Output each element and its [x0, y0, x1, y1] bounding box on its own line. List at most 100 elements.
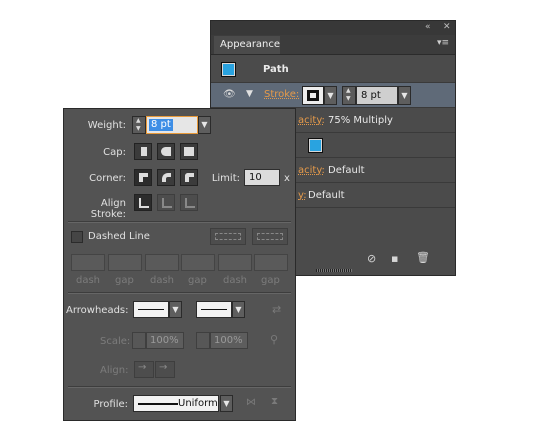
- duplicate-item-icon[interactable]: ▪: [391, 252, 398, 265]
- preserve-dashes-button[interactable]: [210, 228, 246, 245]
- align-outside-icon: [185, 198, 195, 208]
- scale-start-field[interactable]: 100%: [146, 332, 184, 349]
- arrow-extend-button[interactable]: →: [134, 361, 154, 378]
- arrow-extend-icon: →: [138, 362, 147, 373]
- panel-menu-icon[interactable]: ▾≡: [437, 38, 449, 48]
- end-arrowhead-dropdown[interactable]: ▼: [232, 301, 245, 318]
- align-outside-button[interactable]: [180, 194, 198, 211]
- flip-vertical-icon[interactable]: ⧗: [271, 396, 278, 407]
- gap-caption: gap: [115, 275, 134, 286]
- end-arrowhead-select[interactable]: [196, 301, 232, 318]
- align-inside-button[interactable]: [157, 194, 175, 211]
- arrowheads-label: Arrowheads:: [66, 305, 129, 316]
- start-arrowhead-select[interactable]: [133, 301, 169, 318]
- dash-field-3[interactable]: [218, 254, 252, 271]
- opacity-value: 75% Multiply: [328, 115, 393, 126]
- stroke-swatch-picker[interactable]: [302, 86, 324, 105]
- butt-cap-button[interactable]: [134, 143, 152, 160]
- dashed-line-checkbox[interactable]: [71, 231, 83, 243]
- arrow-place-button[interactable]: →: [155, 361, 175, 378]
- object-swatch: [221, 62, 236, 77]
- object-name: Path: [263, 64, 289, 75]
- weight-spinner[interactable]: ▲ ▼: [342, 86, 356, 105]
- bevel-join-button[interactable]: [180, 169, 198, 186]
- stroke-row[interactable]: 👁 ▼ Stroke: ▼ ▲ ▼ 8 pt ▼: [211, 83, 455, 108]
- weight-dropdown-arrow[interactable]: ▼: [398, 86, 411, 105]
- link-scale-icon[interactable]: ⚲: [270, 333, 278, 346]
- align-center-icon: [139, 198, 149, 208]
- path-row[interactable]: Path: [211, 57, 455, 83]
- resize-grip[interactable]: [316, 269, 352, 272]
- weight-field[interactable]: 8 pt: [146, 116, 198, 134]
- tab-appearance[interactable]: Appearance: [214, 36, 280, 54]
- weight-value[interactable]: 8 pt: [149, 119, 173, 131]
- spin-down-icon[interactable]: ▼: [346, 95, 351, 102]
- stroke-swatch-icon: [307, 90, 319, 101]
- gap-caption: gap: [261, 275, 280, 286]
- collapse-icon[interactable]: «: [425, 22, 431, 32]
- stroke-weight-field[interactable]: 8 pt: [356, 86, 398, 105]
- projecting-cap-button[interactable]: [180, 143, 198, 160]
- round-join-button[interactable]: [157, 169, 175, 186]
- tab-bar: Appearance ▾≡: [211, 35, 455, 55]
- align-inside-icon: [162, 198, 172, 208]
- limit-unit: x: [284, 173, 290, 184]
- dash-field-2[interactable]: [145, 254, 179, 271]
- spin-up-icon[interactable]: ▲: [136, 117, 141, 124]
- profile-line-icon: [138, 403, 178, 405]
- panel-title-bar[interactable]: « ✕: [211, 21, 455, 35]
- profile-label: Profile:: [93, 399, 128, 410]
- swatch-dropdown-arrow[interactable]: ▼: [324, 86, 337, 105]
- opacity-value: Default: [328, 165, 365, 176]
- trash-icon[interactable]: 🗑: [416, 251, 430, 264]
- profile-dropdown[interactable]: ▼: [220, 395, 233, 412]
- limit-field[interactable]: 10: [244, 169, 280, 186]
- clear-appearance-icon[interactable]: ⊘: [367, 252, 376, 265]
- profile-value: Uniform: [178, 398, 218, 409]
- scale-start-spinner[interactable]: [132, 332, 146, 349]
- divider: [68, 221, 291, 223]
- align-dashes-button[interactable]: [252, 228, 288, 245]
- bevel-join-icon: [185, 173, 194, 182]
- opacity-label[interactable]: y:: [298, 190, 307, 201]
- dash-field-1[interactable]: [71, 254, 105, 271]
- swap-arrowheads-icon[interactable]: ⇄: [272, 303, 281, 316]
- gap-field-3[interactable]: [254, 254, 288, 271]
- round-cap-button[interactable]: [157, 143, 175, 160]
- weight-label: Weight:: [87, 120, 126, 131]
- arrow-place-icon: →: [159, 362, 168, 373]
- start-arrowhead-dropdown[interactable]: ▼: [169, 301, 182, 318]
- profile-select[interactable]: Uniform: [133, 395, 219, 412]
- align-dashes-icon: [257, 233, 283, 240]
- dashed-line-label: Dashed Line: [88, 231, 150, 242]
- opacity-value: Default: [308, 190, 345, 201]
- align-center-button[interactable]: [134, 194, 152, 211]
- close-icon[interactable]: ✕: [443, 22, 451, 32]
- opacity-label[interactable]: acity:: [298, 115, 325, 126]
- fill-swatch[interactable]: [308, 138, 323, 153]
- divider: [68, 292, 291, 294]
- stroke-panel: Weight: ▲ ▼ 8 pt ▼ Cap: Corner: Limit: 1…: [63, 108, 296, 421]
- miter-join-button[interactable]: [134, 169, 152, 186]
- scale-end-spinner[interactable]: [196, 332, 210, 349]
- gap-field-2[interactable]: [181, 254, 215, 271]
- stroke-label[interactable]: Stroke:: [264, 89, 299, 100]
- spin-up-icon[interactable]: ▲: [346, 87, 351, 94]
- line-icon: [138, 309, 164, 310]
- scale-end-field[interactable]: 100%: [210, 332, 248, 349]
- spin-down-icon[interactable]: ▼: [136, 125, 141, 132]
- flip-horizontal-icon[interactable]: ⋈: [246, 397, 256, 408]
- divider: [68, 386, 291, 388]
- butt-cap-icon: [141, 147, 147, 156]
- miter-join-icon: [139, 173, 148, 182]
- projecting-cap-icon: [184, 147, 194, 156]
- corner-label: Corner:: [89, 173, 126, 184]
- dash-caption: dash: [150, 275, 175, 286]
- weight-spinner[interactable]: ▲ ▼: [132, 116, 146, 134]
- dash-caption: dash: [76, 275, 101, 286]
- eye-icon[interactable]: 👁: [223, 89, 236, 100]
- gap-field-1[interactable]: [108, 254, 142, 271]
- weight-dropdown-arrow[interactable]: ▼: [198, 116, 211, 134]
- expand-triangle-icon[interactable]: ▼: [246, 89, 253, 99]
- opacity-label[interactable]: acity:: [298, 165, 325, 176]
